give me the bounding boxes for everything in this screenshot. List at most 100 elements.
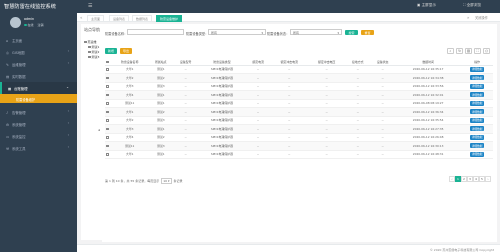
logout-link[interactable]: 注销: [37, 23, 43, 27]
fullscreen-button[interactable]: ⛶ 全屏浏览: [463, 3, 481, 8]
menu-toggle-icon[interactable]: ☰: [88, 3, 92, 9]
sidebar-item-ops[interactable]: ✎ 运维管理 ‹: [0, 58, 77, 70]
table-cell: --: [345, 73, 371, 83]
sidebar: admin 在线 注销 ⌂ 主页面 ◎ GIS地图 ‹ ✎ 运维管理 ‹ ▤ 实时数据 ▦ 台…: [0, 13, 77, 252]
table-cell: SPD1电涌保护器: [198, 82, 246, 91]
page-size-select[interactable]: 10 ▾: [161, 178, 172, 184]
detail-button[interactable]: 详细数据: [469, 92, 485, 98]
table-cell: --: [345, 82, 371, 91]
export-button[interactable]: 导出: [120, 48, 132, 54]
table-cell: 2020-06-12 16:35:54: [395, 116, 462, 125]
detail-button[interactable]: 详细数据: [469, 126, 485, 132]
columns-icon[interactable]: ▥: [465, 48, 472, 54]
detail-button[interactable]: 详细数据: [469, 117, 485, 123]
gear-icon: ⚙: [6, 123, 10, 127]
detail-button[interactable]: 详细数据: [469, 66, 485, 72]
table-cell: 测试2: [148, 73, 174, 83]
detail-button[interactable]: 详细数据: [469, 151, 485, 157]
table-cell: --: [307, 107, 346, 117]
table-cell: --: [173, 124, 199, 134]
table-cell: --: [270, 73, 308, 83]
sidebar-item-system[interactable]: ⚙ 系统管理 ‹: [0, 118, 77, 130]
sidebar-item-gis[interactable]: ◎ GIS地图 ‹: [0, 46, 77, 58]
collapse-panel-icon[interactable]: ◂: [98, 128, 100, 132]
tab-device-list[interactable]: 设备列表: [109, 14, 130, 22]
action-cell: 详细数据: [461, 150, 493, 159]
table-row[interactable]: 大华1 测试2 -- SPD1电涌保护器 -- -- -- -- -- 2020-06-12 16…: [105, 107, 493, 117]
detail-button[interactable]: 详细数据: [469, 134, 485, 140]
tree-checkbox[interactable]: [88, 55, 91, 59]
table-cell: 测试1: [148, 150, 174, 159]
bell-icon: ♪: [6, 111, 9, 115]
fullscreen-icon: ⛶: [463, 3, 466, 7]
status-select[interactable]: 所有 ▾: [290, 29, 342, 35]
tab-spd-maintenance[interactable]: 防雷设备维护: [156, 14, 183, 22]
reset-button[interactable]: 重置: [361, 29, 374, 35]
table-cell: --: [270, 107, 308, 117]
table-cell: 2020-06-12 16:27:35: [395, 124, 462, 134]
detail-button[interactable]: 详细数据: [469, 109, 485, 115]
pagination-info: 第 1 到 10 条，共 55 条记录，每页显示 10 ▾ 条记录: [105, 178, 183, 184]
next-page-button[interactable]: ›: [485, 176, 491, 182]
table-cell: --: [307, 82, 346, 91]
sidebar-item-ledger[interactable]: ▦ 台账管理 ⌄: [0, 82, 77, 94]
table-row[interactable]: 大华4 测试2 -- SPD1电涌保护器 -- -- -- -- -- 2020-06-12 16…: [105, 133, 493, 142]
table-cell: 大华3: [111, 124, 149, 134]
table-cell: --: [370, 99, 396, 108]
print-icon[interactable]: ⎙: [483, 48, 490, 54]
refresh-icon[interactable]: ↻: [456, 48, 463, 54]
table-cell: --: [370, 82, 396, 91]
table-cell: --: [270, 65, 308, 74]
table-cell: 测试11: [111, 99, 149, 108]
table-cell: SPD1电涌保护器: [198, 133, 246, 142]
avatar[interactable]: [10, 17, 21, 28]
table-cell: 测试3: [148, 82, 174, 91]
close-tabs-button[interactable]: 关闭操作: [475, 15, 488, 20]
fullscreen-icon[interactable]: ⛶: [474, 48, 481, 54]
sidebar-item-home[interactable]: ⌂ 主页面: [0, 34, 77, 46]
table-cell: --: [173, 65, 199, 74]
type-select[interactable]: 所有 ▾: [208, 29, 266, 35]
detail-button[interactable]: 详细数据: [469, 100, 485, 106]
tab-home[interactable]: 主页面: [87, 14, 105, 22]
sidebar-item-tools[interactable]: ⚒ 系统工具 ‹: [0, 142, 77, 154]
tabs-prev-icon[interactable]: «: [80, 15, 82, 20]
search-icon[interactable]: ⌕: [447, 48, 454, 54]
table-row[interactable]: 大华3 测试3 -- SPD1电涌保护器 -- -- -- -- -- 2020-06-12 16…: [105, 82, 493, 91]
table-row[interactable]: 大华3 测试1 -- SPD1电涌保护器 -- -- -- -- -- 2020-06-12 16…: [105, 124, 493, 134]
detail-button[interactable]: 详细数据: [469, 143, 485, 149]
sidebar-item-realtime[interactable]: ▤ 实时数据: [0, 70, 77, 82]
sidebar-subitem-spd-maintenance[interactable]: 防雷设备维护: [0, 94, 77, 103]
sidebar-item-monitor[interactable]: ▭ 系统监控 ‹: [0, 130, 77, 142]
table-row[interactable]: 大华4 测试1 -- SPD1电涌保护器 -- -- -- -- -- 2020-06-12 16…: [105, 90, 493, 100]
detail-button[interactable]: 详细数据: [469, 75, 485, 81]
tabs-next-icon[interactable]: »: [467, 15, 469, 20]
sidebar-item-alarm[interactable]: ♪ 告警管理 ‹: [0, 106, 77, 118]
spd-table: 防雷设备名称 所属站点 设备型号 防雷设备类型 额定电流 额定冲击电流 额定冲击…: [105, 59, 493, 159]
table-cell: 大华4: [111, 133, 149, 142]
search-button[interactable]: 搜索: [345, 29, 358, 35]
detail-button[interactable]: 详细数据: [469, 83, 485, 89]
add-button[interactable]: 新增: [105, 48, 117, 54]
table-cell: --: [173, 141, 199, 151]
table-row[interactable]: 大华1 测试1 -- SPD1电涌保护器 -- -- -- -- -- 2020-06-12 16…: [105, 65, 493, 74]
table-cell: --: [173, 107, 199, 117]
table-row[interactable]: 大华2 测试2 -- SPD1电涌保护器 -- -- -- -- -- 2020-06-12 16…: [105, 73, 493, 83]
table-cell: 2020-06-12 16:48:31: [395, 150, 462, 159]
table-cell: 2020-06-12 16:34:38: [395, 73, 462, 83]
table-cell: 大华1: [111, 150, 149, 159]
table-row[interactable]: 测试11 测试3 -- SPD1电涌保护器 -- -- -- -- -- 2020-06-12 1…: [105, 141, 493, 151]
table-cell: --: [245, 65, 271, 74]
tree-checkbox[interactable]: [88, 50, 91, 54]
table-cell: --: [173, 73, 199, 83]
tree-checkbox[interactable]: [88, 45, 91, 49]
table-row[interactable]: 测试11 测试1 -- SPD1电涌保护器 -- -- -- -- -- 2020-06-08 0…: [105, 99, 493, 108]
tab-data-list[interactable]: 数据列表: [132, 14, 153, 22]
name-input[interactable]: [127, 29, 184, 35]
notify-button[interactable]: ▣ 主屏显示: [417, 3, 436, 8]
tree-checkbox[interactable]: [84, 40, 87, 44]
table-row[interactable]: 大华2 测试3 -- SPD1电涌保护器 -- -- -- -- -- 2020-06-12 16…: [105, 116, 493, 125]
chevron-icon: ‹: [67, 49, 69, 53]
tree-node[interactable]: 测试3: [84, 55, 99, 60]
table-row[interactable]: 大华1 测试1 -- SPD1电涌保护器 -- -- -- -- -- 2020-06-12 16…: [105, 150, 493, 159]
